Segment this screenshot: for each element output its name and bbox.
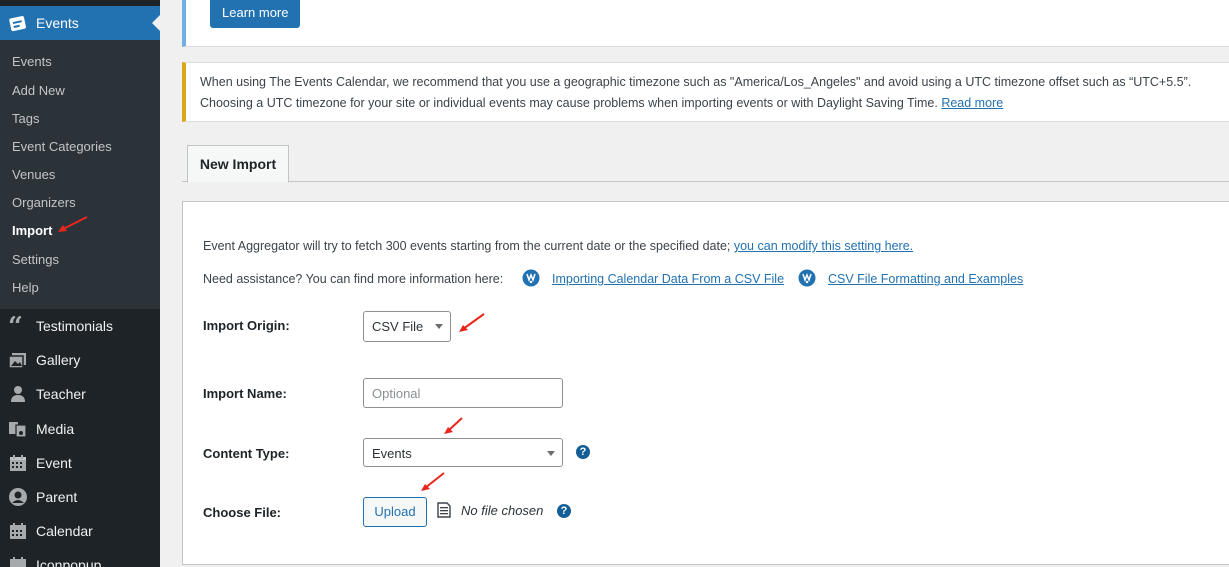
info-notice: Learn more bbox=[182, 0, 1229, 47]
sidebar-item-label: Iconpopup bbox=[36, 557, 102, 567]
sidebar-item-media[interactable]: Media bbox=[0, 412, 160, 446]
timezone-warning-notice: When using The Events Calendar, we recom… bbox=[182, 62, 1229, 122]
calendar-icon bbox=[8, 521, 28, 541]
submenu-item-events[interactable]: Events bbox=[12, 54, 52, 69]
admin-sidebar: Events Events Add New Tags Event Categor… bbox=[0, 0, 160, 567]
sidebar-item-label: Gallery bbox=[36, 352, 81, 368]
events-calendar-icon bbox=[8, 13, 28, 33]
sidebar-item-label: Media bbox=[36, 421, 75, 437]
help-icon[interactable]: ? bbox=[557, 504, 571, 518]
learn-more-button[interactable]: Learn more bbox=[210, 0, 301, 28]
timezone-warning-text-2: Choosing a UTC timezone for your site or… bbox=[200, 93, 1003, 114]
file-status-text: No file chosen bbox=[461, 503, 544, 518]
annotation-arrow-icon bbox=[443, 416, 465, 441]
user-circle-icon bbox=[8, 487, 28, 507]
events-submenu: Events Add New Tags Event Categories Ven… bbox=[0, 40, 160, 309]
choose-file-label: Choose File: bbox=[203, 505, 282, 520]
submenu-item-settings[interactable]: Settings bbox=[12, 252, 59, 267]
sidebar-item-label: Events bbox=[36, 15, 79, 31]
csv-formatting-docs-link[interactable]: CSV File Formatting and Examples bbox=[828, 272, 1023, 286]
help-doc-icon bbox=[522, 269, 540, 292]
upload-button[interactable]: Upload bbox=[363, 497, 427, 527]
person-icon bbox=[8, 384, 28, 404]
sidebar-item-gallery[interactable]: Gallery bbox=[0, 343, 160, 377]
annotation-arrow-icon bbox=[56, 215, 90, 240]
sidebar-item-parent[interactable]: Parent bbox=[0, 480, 160, 514]
submenu-item-venues[interactable]: Venues bbox=[12, 167, 55, 182]
csv-import-docs-link[interactable]: Importing Calendar Data From a CSV File bbox=[552, 272, 784, 286]
help-icon[interactable]: ? bbox=[576, 445, 590, 459]
svg-text:“: “ bbox=[8, 316, 23, 336]
submenu-item-event-categories[interactable]: Event Categories bbox=[12, 139, 112, 154]
calendar-icon bbox=[8, 555, 28, 567]
timezone-warning-text-body: Choosing a UTC timezone for your site or… bbox=[200, 96, 938, 110]
timezone-warning-text: When using The Events Calendar, we recom… bbox=[200, 75, 1192, 89]
chevron-down-icon bbox=[547, 451, 555, 456]
submenu-item-help[interactable]: Help bbox=[12, 280, 39, 295]
sidebar-item-calendar[interactable]: Calendar bbox=[0, 514, 160, 548]
annotation-arrow-icon bbox=[419, 471, 447, 498]
sidebar-item-label: Teacher bbox=[36, 386, 86, 402]
sidebar-item-label: Event bbox=[36, 455, 72, 471]
chevron-down-icon bbox=[435, 324, 443, 329]
tabs-divider bbox=[182, 181, 1229, 182]
modify-setting-link[interactable]: you can modify this setting here. bbox=[734, 239, 913, 253]
fetch-info: Event Aggregator will try to fetch 300 e… bbox=[203, 239, 913, 253]
main-content: Learn more When using The Events Calenda… bbox=[160, 0, 1229, 567]
calendar-icon bbox=[8, 453, 28, 473]
read-more-link[interactable]: Read more bbox=[941, 96, 1003, 110]
quote-icon: “ bbox=[8, 312, 28, 342]
sidebar-item-label: Parent bbox=[36, 489, 78, 505]
annotation-arrow-icon bbox=[457, 312, 487, 339]
current-menu-arrow bbox=[152, 15, 160, 31]
import-origin-value: CSV File bbox=[372, 319, 424, 334]
sidebar-item-label: Testimonials bbox=[36, 318, 114, 334]
import-origin-label: Import Origin: bbox=[203, 318, 290, 333]
import-name-label: Import Name: bbox=[203, 386, 287, 401]
import-panel: Event Aggregator will try to fetch 300 e… bbox=[182, 201, 1229, 565]
sidebar-item-testimonials[interactable]: “ Testimonials bbox=[0, 309, 160, 343]
content-type-select[interactable]: Events bbox=[363, 438, 563, 467]
submenu-item-add-new[interactable]: Add New bbox=[12, 83, 65, 98]
sidebar-item-event[interactable]: Event bbox=[0, 446, 160, 480]
import-origin-select[interactable]: CSV File bbox=[363, 311, 451, 342]
submenu-item-import[interactable]: Import bbox=[12, 223, 52, 238]
gallery-icon bbox=[8, 350, 28, 370]
import-name-input[interactable] bbox=[363, 378, 563, 408]
sidebar-item-teacher[interactable]: Teacher bbox=[0, 377, 160, 411]
content-type-value: Events bbox=[372, 446, 412, 461]
submenu-item-organizers[interactable]: Organizers bbox=[12, 195, 76, 210]
sidebar-item-events[interactable]: Events bbox=[0, 6, 160, 40]
sidebar-item-label: Calendar bbox=[36, 523, 93, 539]
sidebar-item-iconpopup[interactable]: Iconpopup bbox=[0, 548, 160, 567]
document-icon bbox=[437, 502, 451, 523]
fetch-info-text: Event Aggregator will try to fetch 300 e… bbox=[203, 239, 731, 253]
assistance-text: Need assistance? You can find more infor… bbox=[203, 272, 504, 286]
submenu-item-tags[interactable]: Tags bbox=[12, 111, 39, 126]
content-type-label: Content Type: bbox=[203, 446, 290, 461]
media-icon bbox=[8, 419, 28, 439]
tab-new-import[interactable]: New Import bbox=[187, 145, 289, 183]
help-doc-icon bbox=[798, 269, 816, 292]
